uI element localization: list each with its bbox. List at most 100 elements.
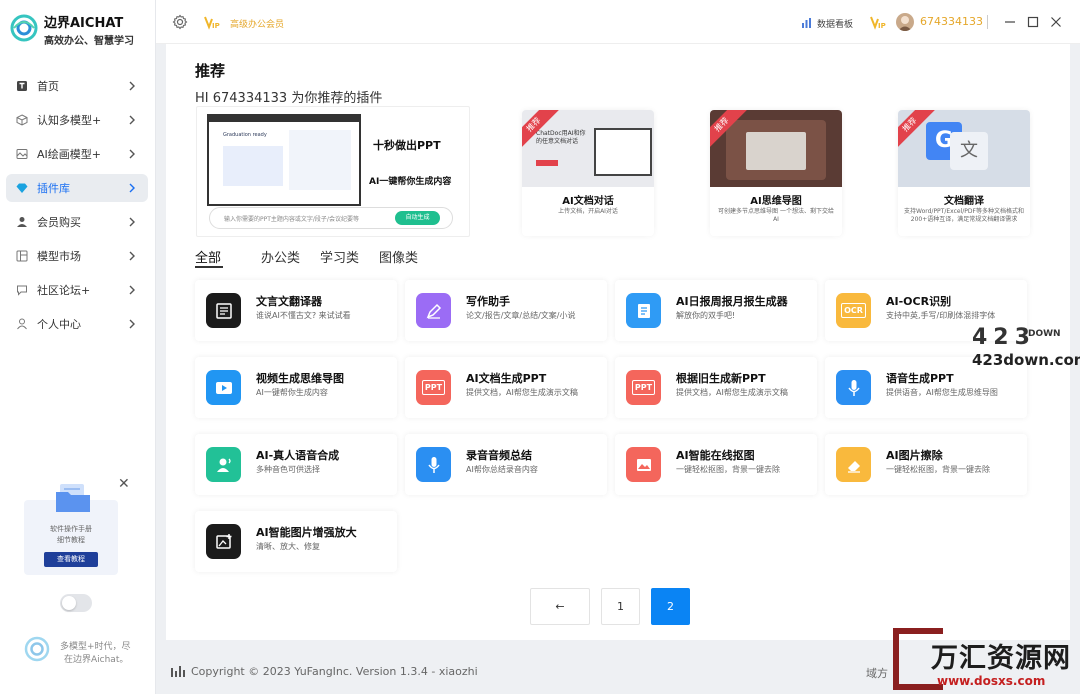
rec-card-title: 文档翻译 xyxy=(944,196,984,207)
tool-card-title: AI智能图片增强放大 xyxy=(256,526,357,539)
tool-card-title: AI日报周报月报生成器 xyxy=(676,295,788,308)
sidebar-item-membership[interactable]: 会员购买 xyxy=(6,208,148,236)
tool-card-desc: AI帮你总结录音内容 xyxy=(466,465,538,474)
tool-card-title: AI文档生成PPT xyxy=(466,372,547,385)
ppt-hero-banner[interactable]: Graduation ready 十秒做出PPT AI一键帮你生成内容 输入你需… xyxy=(196,106,470,237)
footer-slogan-1: 多模型+时代，尽 xyxy=(60,642,131,652)
tool-card-title: AI智能在线抠图 xyxy=(676,449,755,462)
signal-bars-icon xyxy=(171,666,185,677)
tool-card[interactable]: 视频生成思维导图 AI一键帮你生成内容 xyxy=(195,357,397,418)
chevron-right-icon xyxy=(129,217,135,227)
tab-all[interactable]: 全部 xyxy=(195,247,221,266)
close-icon[interactable] xyxy=(1048,14,1064,30)
tool-card-title: AI图片擦除 xyxy=(886,449,943,462)
domain-link[interactable]: 域方 xyxy=(866,665,888,681)
gear-icon[interactable] xyxy=(172,14,188,30)
copyright-text: Copyright © 2023 YuFangInc. Version 1.3.… xyxy=(191,665,478,678)
tab-image[interactable]: 图像类 xyxy=(379,247,418,266)
tool-card-desc: 多种音色可供选择 xyxy=(256,465,320,474)
sidebar-item-plugins[interactable]: 插件库 xyxy=(6,174,148,202)
chevron-right-icon xyxy=(129,115,135,125)
tab-office[interactable]: 办公类 xyxy=(261,247,300,266)
picture-icon xyxy=(626,447,661,482)
username[interactable]: 674334133 xyxy=(920,15,983,28)
tool-card[interactable]: PPT AI文档生成PPT 提供文档，AI帮您生成演示文稿 xyxy=(405,357,607,418)
rec-card-mindmap[interactable]: 推荐 AI思维导图 可创建多节点思维导图 一个想法、剩下交给AI xyxy=(710,110,842,236)
watermark-wanhui: 万汇资源网 www.dosxs.com xyxy=(893,622,1077,692)
tool-card-desc: 一键轻松抠图，背景一键去除 xyxy=(676,465,780,474)
tab-study[interactable]: 学习类 xyxy=(320,247,359,266)
brand-logo-icon xyxy=(10,14,38,42)
tool-card[interactable]: 写作助手 论文/报告/文章/总结/文案/小说 xyxy=(405,280,607,341)
brand-name: 边界AICHAT xyxy=(44,16,124,31)
sidebar-item-profile[interactable]: 个人中心 xyxy=(6,310,148,338)
rec-card-title: AI思维导图 xyxy=(750,196,802,207)
hero-subline: AI一键帮你生成内容 xyxy=(369,177,452,187)
gem-icon xyxy=(16,182,28,194)
minimize-icon[interactable] xyxy=(1002,14,1018,30)
bar-chart-icon xyxy=(802,18,811,28)
doc-chat-image: ChatDoc用AI和你的任意文档对话 推荐 xyxy=(522,110,654,187)
ppt-icon: PPT xyxy=(416,370,451,405)
page-1-button[interactable]: 1 xyxy=(601,588,640,625)
theme-toggle[interactable] xyxy=(60,594,92,612)
sidebar-nav: 首页 认知多模型+ AI绘画模型+ 插件库 会员购买 模型市场 社区论坛+ 个人… xyxy=(6,72,148,344)
rec-card-doc-chat[interactable]: ChatDoc用AI和你的任意文档对话 推荐 AI文档对话 上传文档，开启AI对… xyxy=(522,110,654,236)
sidebar-item-label: AI绘画模型+ xyxy=(37,148,101,161)
sidebar-item-forum[interactable]: 社区论坛+ xyxy=(6,276,148,304)
vip-level-text[interactable]: 高级办公会员 xyxy=(230,17,284,30)
tool-card-title: AI-OCR识别 xyxy=(886,295,952,308)
view-tutorial-button[interactable]: 查看教程 xyxy=(44,552,98,567)
sidebar-item-models[interactable]: 认知多模型+ xyxy=(6,106,148,134)
tool-card[interactable]: AI-真人语音合成多种音色可供选择 xyxy=(195,434,397,495)
tool-card[interactable]: AI智能图片增强放大清晰、放大、修复 xyxy=(195,511,397,572)
report-icon xyxy=(626,293,661,328)
auto-generate-button[interactable]: 自动生成 xyxy=(395,211,440,225)
tool-card-desc: 清晰、放大、修复 xyxy=(256,542,320,551)
tool-card-desc: 论文/报告/文章/总结/文案/小说 xyxy=(466,311,576,320)
chevron-right-icon xyxy=(129,183,135,193)
tool-card[interactable]: AI日报周报月报生成器解放你的双手吧! xyxy=(615,280,817,341)
sidebar-item-model-market[interactable]: 模型市场 xyxy=(6,242,148,270)
user-icon xyxy=(16,216,28,228)
tool-card[interactable]: 录音音频总结 AI帮你总结录音内容 xyxy=(405,434,607,495)
rec-card-desc: 上传文档，开启AI对话 xyxy=(558,208,618,215)
rec-card-translate[interactable]: G 文 推荐 文档翻译 支持Word/PPT/Excel/PDF等多种文档格式和… xyxy=(898,110,1030,236)
footer-slogan-2: 在边界Aichat。 xyxy=(64,655,129,665)
book-icon xyxy=(206,293,241,328)
voice-person-icon xyxy=(206,447,241,482)
layout-icon xyxy=(16,250,28,262)
brand: 边界AICHAT 高效办公、智慧学习 xyxy=(10,10,150,50)
chevron-right-icon xyxy=(129,149,135,159)
prev-page-button[interactable]: ← xyxy=(530,588,590,625)
tool-card[interactable]: 文言文翻译器 谁说AI不懂古文? 来试试看 xyxy=(195,280,397,341)
person-icon xyxy=(16,318,28,330)
sidebar-item-home[interactable]: 首页 xyxy=(6,72,148,100)
hero-headline: 十秒做出PPT xyxy=(373,139,441,152)
ppt-preview-image: Graduation ready xyxy=(207,114,361,206)
sidebar-item-label: 插件库 xyxy=(37,182,70,195)
dashboard-link[interactable]: 数据看板 xyxy=(817,17,853,30)
tool-card-title: 视频生成思维导图 xyxy=(256,372,344,385)
tool-card-desc: 解放你的双手吧! xyxy=(676,311,736,320)
ppt-topic-input[interactable]: 输入你需要的PPT主题内容或文字/段子/会议纪要等 自动生成 xyxy=(209,207,453,229)
page-2-button[interactable]: 2 xyxy=(651,588,690,625)
tool-card[interactable]: AI智能在线抠图一键轻松抠图，背景一键去除 xyxy=(615,434,817,495)
maximize-icon[interactable] xyxy=(1025,14,1041,30)
mic-icon xyxy=(416,447,451,482)
tool-card-title: AI-真人语音合成 xyxy=(256,449,340,462)
tool-card[interactable]: PPT 根据旧生成新PPT 提供文档，AI帮您生成演示文稿 xyxy=(615,357,817,418)
tool-card[interactable]: AI图片擦除 一键轻松抠图，背景一键去除 xyxy=(825,434,1027,495)
chevron-right-icon xyxy=(129,285,135,295)
sidebar-item-ai-painting[interactable]: AI绘画模型+ xyxy=(6,140,148,168)
page-title: 推荐 xyxy=(195,62,226,80)
page-subtitle: HI 674334133 为你推荐的插件 xyxy=(195,91,383,106)
watermark-423down: 423 DOWN 423down.com xyxy=(972,325,1080,369)
rec-card-desc: 支持Word/PPT/Excel/PDF等多种文档格式和200+语种互译，满足常… xyxy=(904,208,1024,223)
avatar[interactable] xyxy=(896,13,914,31)
sidebar-item-label: 社区论坛+ xyxy=(37,284,91,297)
sidebar-item-label: 模型市场 xyxy=(37,250,81,263)
promo-close-icon[interactable]: ✕ xyxy=(118,476,130,492)
svg-text:IP: IP xyxy=(878,22,886,30)
vip-icon: IP xyxy=(204,16,220,30)
